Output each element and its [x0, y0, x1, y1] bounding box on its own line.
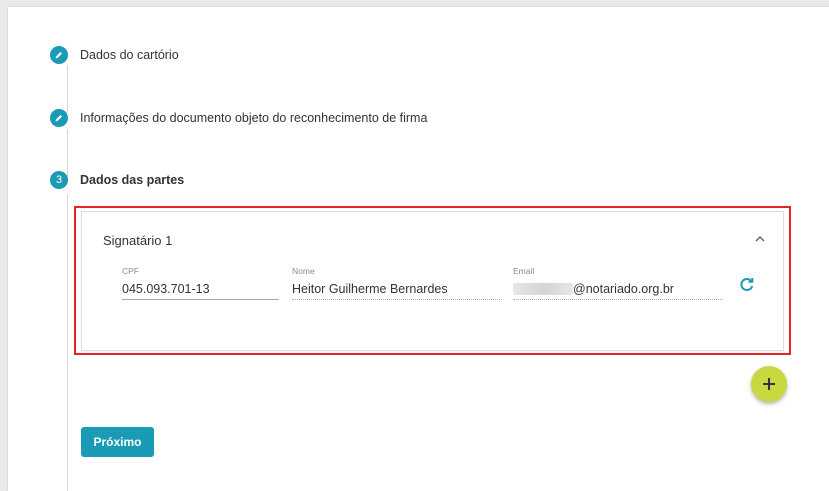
add-signatory-button[interactable]: [751, 366, 787, 402]
chevron-up-icon[interactable]: [753, 232, 767, 246]
signatory-title[interactable]: Signatário 1: [103, 233, 172, 248]
step-informacoes-documento[interactable]: Informações do documento objeto do recon…: [50, 108, 427, 128]
cpf-label: CPF: [122, 266, 139, 276]
name-field: Nome Heitor Guilherme Bernardes: [292, 266, 502, 300]
step-label: Dados das partes: [80, 173, 185, 187]
step-dados-do-cartorio[interactable]: Dados do cartório: [50, 45, 179, 65]
step-dados-das-partes[interactable]: 3 Dados das partes: [50, 170, 184, 190]
cpf-input[interactable]: 045.093.701-13: [122, 282, 279, 300]
signatory-panel: Signatário 1 CPF 045.093.701-13 Nome Hei…: [81, 211, 784, 351]
stepper-connector: [67, 65, 68, 113]
redacted-block: [513, 283, 573, 295]
email-field: Email @notariado.org.br: [513, 266, 723, 300]
pencil-icon: [50, 109, 68, 127]
name-input[interactable]: Heitor Guilherme Bernardes: [292, 282, 502, 300]
pencil-icon: [50, 46, 68, 64]
step-number-badge: 3: [50, 171, 68, 189]
step-label: Dados do cartório: [80, 48, 179, 62]
name-label: Nome: [292, 266, 315, 276]
step-label: Informações do documento objeto do recon…: [80, 111, 428, 125]
stepper-connector: [67, 194, 68, 491]
email-input[interactable]: @notariado.org.br: [513, 282, 723, 300]
next-button[interactable]: Próximo: [81, 427, 154, 457]
plus-icon: [763, 378, 775, 390]
cpf-field[interactable]: CPF 045.093.701-13: [122, 266, 279, 300]
email-domain: @notariado.org.br: [573, 282, 674, 296]
refresh-icon[interactable]: [738, 276, 756, 294]
email-label: Email: [513, 266, 535, 276]
